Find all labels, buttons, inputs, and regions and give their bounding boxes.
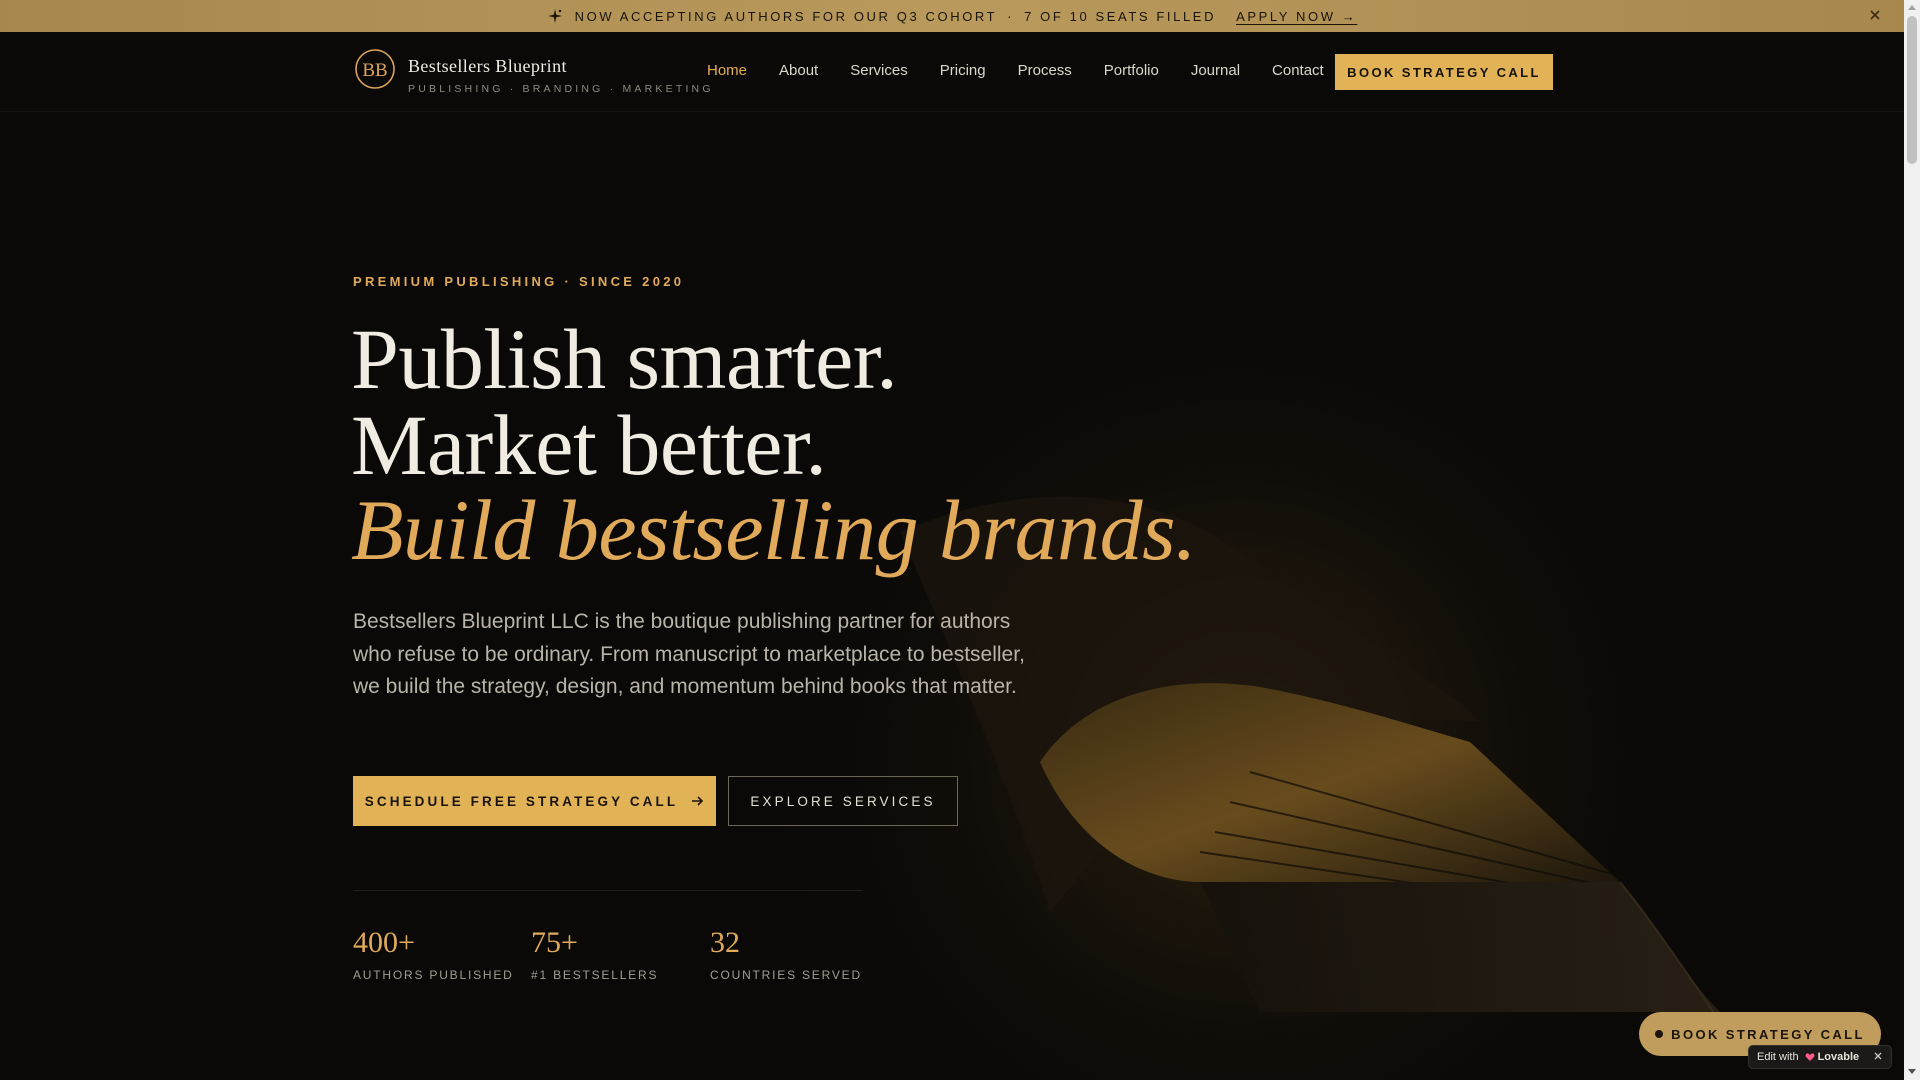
close-icon[interactable] (1868, 8, 1882, 22)
hero-lead-paragraph: Bestsellers Blueprint LLC is the boutiqu… (353, 610, 1025, 698)
stat-label: COUNTRIES SERVED (710, 968, 862, 982)
scroll-up-arrow-icon[interactable] (1908, 5, 1916, 10)
schedule-strategy-call-label: SCHEDULE FREE STRATEGY CALL (364, 793, 679, 809)
bb-monogram-icon[interactable]: BB (354, 48, 396, 90)
stat-label: #1 BESTSELLERS (531, 968, 659, 982)
nav-item-services[interactable]: Services (850, 62, 908, 79)
close-icon[interactable] (1873, 1051, 1883, 1061)
hero-headline-line-1: Publish smarter. (351, 311, 898, 407)
apply-now-link[interactable]: APPLY NOW → (1236, 9, 1357, 24)
stat-authors: 400+ AUTHORS PUBLISHED (353, 926, 514, 983)
brand-tagline: PUBLISHING · BRANDING · MARKETING (408, 83, 714, 95)
arrow-right-icon (692, 796, 704, 806)
nav-item-contact[interactable]: Contact (1272, 62, 1324, 79)
announcement-bar: NOW ACCEPTING AUTHORS FOR OUR Q3 COHORT … (0, 0, 1904, 32)
nav-item-home[interactable]: Home (707, 62, 747, 79)
stat-value: 75+ (531, 926, 578, 959)
seats-status: 7 OF 10 SEATS FILLED (1024, 8, 1217, 24)
scrollbar-thumb[interactable] (1907, 16, 1917, 164)
main-nav: BB Bestsellers Blueprint PUBLISHING · BR… (0, 32, 1904, 112)
brand[interactable]: Bestsellers Blueprint PUBLISHING · BRAND… (408, 56, 714, 95)
stats-divider (353, 890, 863, 891)
hero-headline-line-2: Market better. (351, 397, 827, 493)
lovable-prefix: Edit with (1757, 1051, 1799, 1063)
svg-text:BB: BB (362, 60, 387, 81)
stat-value: 400+ (353, 926, 415, 959)
sparkle-icon (547, 9, 562, 23)
explore-services-button[interactable]: EXPLORE SERVICES (728, 776, 958, 826)
schedule-strategy-call-button[interactable]: SCHEDULE FREE STRATEGY CALL (353, 776, 716, 826)
nav-item-journal[interactable]: Journal (1191, 62, 1240, 79)
nav-item-process[interactable]: Process (1018, 62, 1072, 79)
nav-item-about[interactable]: About (779, 62, 818, 79)
lovable-name: Lovable (1817, 1051, 1860, 1063)
book-strategy-call-button[interactable]: BOOK STRATEGY CALL (1335, 54, 1553, 90)
announcement-separator: · (1007, 8, 1015, 24)
page: NOW ACCEPTING AUTHORS FOR OUR Q3 COHORT … (0, 0, 1904, 1080)
nav-menu: Home About Services Pricing Process Port… (707, 62, 1356, 79)
stat-label: AUTHORS PUBLISHED (353, 968, 514, 982)
announcement-text: NOW ACCEPTING AUTHORS FOR OUR Q3 COHORT (574, 8, 998, 24)
status-dot-icon (1655, 1030, 1664, 1038)
open-book-background-image (0, 112, 1904, 1080)
stat-bestsellers: 75+ #1 BESTSELLERS (531, 926, 659, 983)
stat-value: 32 (710, 926, 740, 959)
floating-cta-label: BOOK STRATEGY CALL (1671, 1026, 1865, 1042)
scroll-down-arrow-icon[interactable] (1908, 1069, 1916, 1074)
edit-with-lovable-badge[interactable]: Edit with Lovable (1748, 1045, 1892, 1069)
lovable-heart-icon (1805, 1053, 1814, 1061)
brand-name: Bestsellers Blueprint (408, 56, 567, 76)
hero-eyebrow: PREMIUM PUBLISHING · SINCE 2020 (353, 274, 685, 289)
page-scrollbar[interactable] (1904, 0, 1920, 1080)
hero-headline-line-3: Build bestselling brands. (351, 482, 1197, 578)
nav-item-pricing[interactable]: Pricing (940, 62, 986, 79)
stat-countries: 32 COUNTRIES SERVED (710, 926, 862, 983)
nav-item-portfolio[interactable]: Portfolio (1104, 62, 1159, 79)
